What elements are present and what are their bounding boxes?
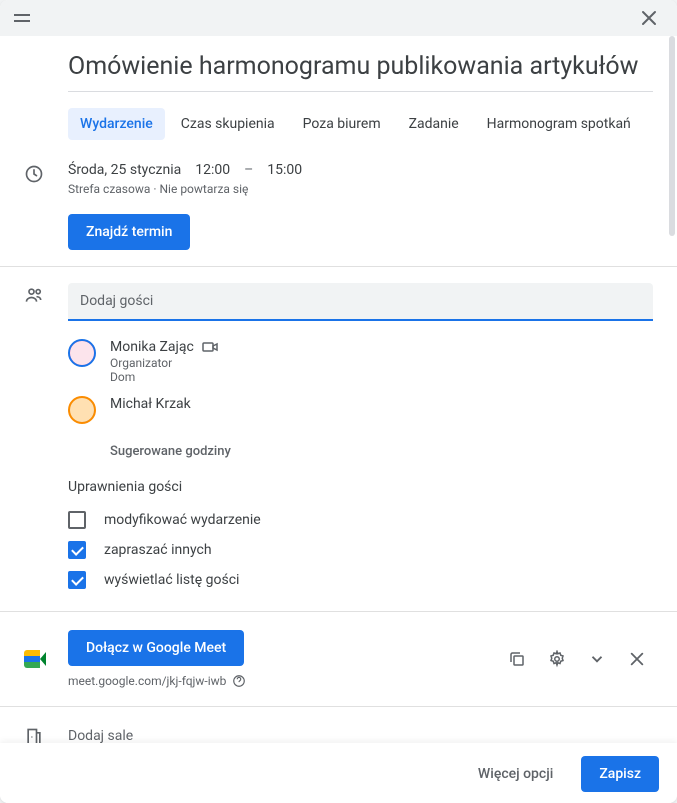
checkbox[interactable] [68, 511, 86, 529]
guest-name: Michał Krzak [110, 396, 191, 412]
guest-item[interactable]: Michał Krzak [68, 390, 653, 430]
perm-modify[interactable]: modyfikować wydarzenie [68, 505, 653, 535]
gear-icon[interactable] [541, 643, 573, 675]
meet-icon [24, 650, 68, 668]
event-dialog: Omówienie harmonogramu publikowania arty… [0, 0, 677, 803]
guest-extra: Dom [110, 370, 653, 384]
guest-name: Monika Zając [110, 339, 194, 355]
dialog-topbar [0, 0, 677, 36]
chevron-down-icon[interactable] [581, 643, 613, 675]
clock-icon [24, 162, 68, 184]
copy-icon[interactable] [501, 643, 533, 675]
tab-focus[interactable]: Czas skupienia [169, 108, 287, 140]
tab-ooo[interactable]: Poza biurem [291, 108, 393, 140]
add-guests-input[interactable] [68, 283, 653, 321]
divider [0, 266, 677, 267]
tab-event[interactable]: Wydarzenie [68, 108, 165, 140]
dialog-content: Omówienie harmonogramu publikowania arty… [0, 36, 677, 803]
time-separator: – [244, 162, 253, 178]
tab-schedule[interactable]: Harmonogram spotkań [475, 108, 643, 140]
tabs: Wydarzenie Czas skupienia Poza biurem Za… [68, 108, 653, 140]
checkbox[interactable] [68, 571, 86, 589]
guest-role: Organizator [110, 356, 653, 370]
divider [0, 706, 677, 707]
perm-label: zapraszać innych [104, 542, 212, 558]
end-time: 15:00 [267, 162, 302, 178]
date-text: Środa, 25 stycznia [68, 162, 181, 178]
event-title[interactable]: Omówienie harmonogramu publikowania arty… [68, 52, 653, 92]
guest-item[interactable]: Monika Zając Organizator Dom [68, 333, 653, 390]
start-time: 12:00 [195, 162, 230, 178]
suggested-times[interactable]: Sugerowane godziny [110, 444, 653, 459]
divider [0, 611, 677, 612]
help-icon[interactable] [232, 674, 246, 688]
dialog-footer: Więcej opcji Zapisz [0, 743, 677, 803]
datetime-sub[interactable]: Strefa czasowa · Nie powtarza się [68, 182, 653, 196]
more-options-button[interactable]: Więcej opcji [460, 756, 571, 792]
checkbox[interactable] [68, 541, 86, 559]
guest-perms-title: Uprawnienia gości [68, 479, 653, 495]
find-time-button[interactable]: Znajdź termin [68, 214, 190, 250]
perm-invite[interactable]: zapraszać innych [68, 535, 653, 565]
join-meet-button[interactable]: Dołącz w Google Meet [68, 630, 244, 666]
perm-label: wyświetlać listę gości [104, 572, 239, 588]
drag-handle-icon[interactable] [14, 13, 30, 23]
close-button[interactable] [635, 4, 663, 32]
meet-link-text[interactable]: meet.google.com/jkj-fqjw-iwb [68, 674, 226, 688]
scrollbar[interactable] [669, 36, 675, 236]
datetime-row[interactable]: Środa, 25 stycznia 12:00 – 15:00 [68, 162, 653, 178]
people-icon [24, 283, 68, 305]
add-rooms[interactable]: Dodaj sale [68, 728, 133, 744]
avatar [68, 339, 96, 367]
save-button[interactable]: Zapisz [581, 756, 659, 792]
camera-icon [202, 341, 218, 353]
tab-task[interactable]: Zadanie [397, 108, 471, 140]
perm-label: modyfikować wydarzenie [104, 512, 261, 528]
avatar [68, 396, 96, 424]
remove-meet-icon[interactable] [621, 643, 653, 675]
perm-see-list[interactable]: wyświetlać listę gości [68, 565, 653, 595]
